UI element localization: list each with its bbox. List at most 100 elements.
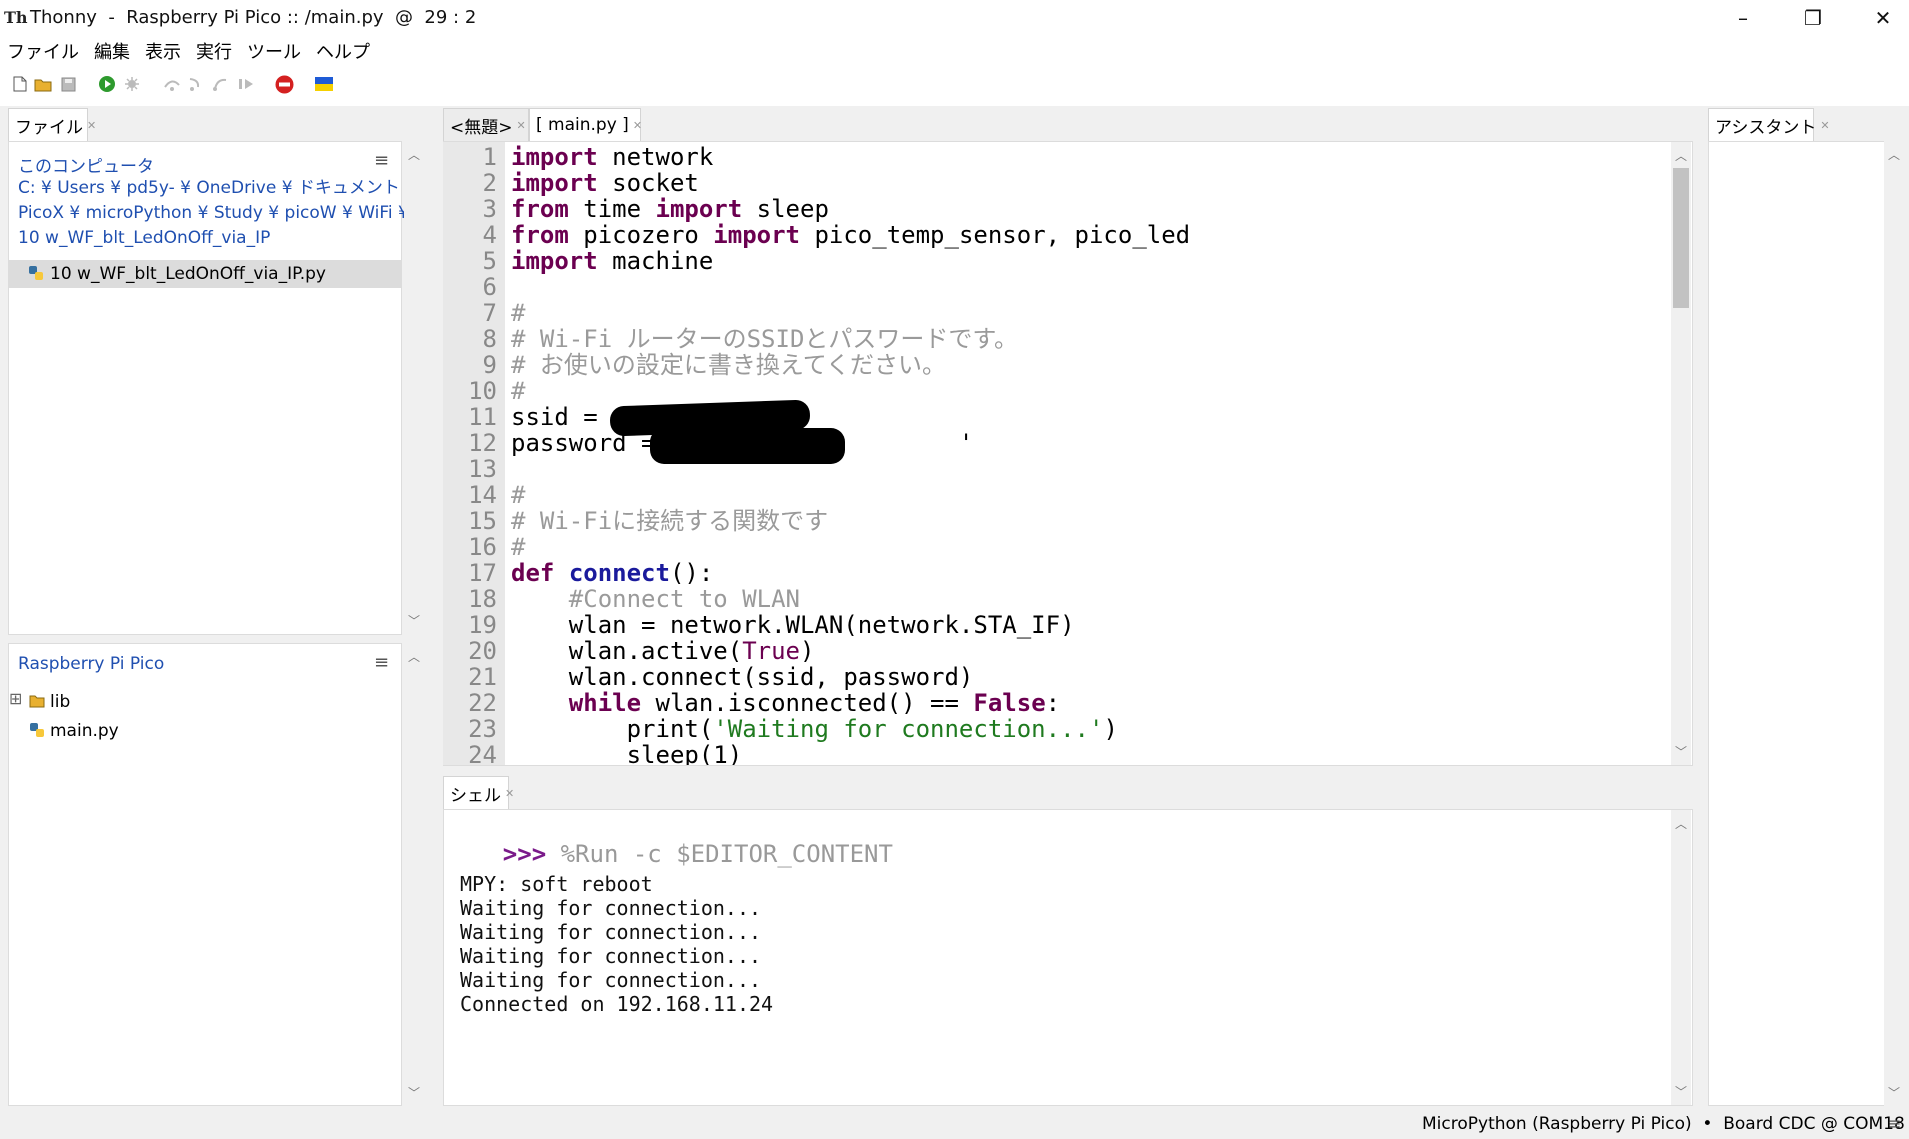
device-scrollbar[interactable]: ︿ ﹀ [404,643,424,1106]
menu-edit[interactable]: 編集 [87,38,138,64]
tab-files[interactable]: ファイル ✕ [8,108,96,141]
restore-button[interactable]: ❐ [1778,0,1848,36]
close-icon[interactable]: ✕ [633,119,642,132]
menu-tools[interactable]: ツール [240,38,309,64]
list-item[interactable]: 10 w_WF_blt_LedOnOff_via_IP.py [9,260,401,288]
line-number: 17 [468,559,497,587]
shell-line: MPY: soft reboot [460,872,653,896]
close-icon[interactable]: ✕ [87,119,96,132]
code-line[interactable]: sleep(1) [511,742,743,765]
menu-file[interactable]: ファイル [0,38,87,64]
scrollbar-thumb[interactable] [1673,168,1689,308]
line-number: 15 [468,507,497,535]
code-line[interactable]: # [511,300,525,326]
code-line[interactable]: def connect(): [511,560,713,586]
chevron-down-icon[interactable]: ﹀ [404,1083,424,1101]
stop-icon[interactable] [274,74,294,94]
step-out-icon[interactable] [210,74,230,94]
shell-output[interactable]: >>> %Run -c $EDITOR_CONTENT MPY: soft re… [445,812,1665,1102]
code-line[interactable]: # [511,482,525,508]
code-line[interactable]: while wlan.isconnected() == False: [511,690,1060,716]
chevron-up-icon[interactable]: ︿ [404,145,424,163]
title-bar: Th Thonny - Raspberry Pi Pico :: /main.p… [0,0,1909,36]
close-icon[interactable]: ✕ [505,787,514,800]
line-number: 7 [482,299,497,327]
python-file-icon [29,722,45,742]
chevron-up-icon[interactable]: ︿ [1671,146,1691,164]
code-line[interactable]: import network [511,144,713,170]
shell-line: Waiting for connection... [460,944,762,968]
close-icon[interactable]: ✕ [517,119,526,132]
chevron-down-icon[interactable]: ﹀ [1671,742,1691,760]
tab-shell[interactable]: シェル ✕ [443,776,514,809]
menu-view[interactable]: 表示 [138,38,189,64]
tab-untitled-label: <無題> [450,117,513,138]
chevron-down-icon[interactable]: ﹀ [1884,1083,1904,1101]
chevron-down-icon[interactable]: ﹀ [404,611,424,629]
code-line[interactable]: # お使いの設定に書き換えてください。 [511,352,946,378]
panel-menu-icon[interactable]: ≡ [374,652,389,673]
chevron-up-icon[interactable]: ︿ [1671,814,1691,832]
menu-run[interactable]: 実行 [189,38,240,64]
step-into-icon[interactable] [186,74,206,94]
line-number-gutter: 1 2 3 4 5 6 7 8 9 10 11 12 13 14 15 16 1… [443,142,505,769]
step-over-icon[interactable] [162,74,182,94]
code-line[interactable]: print('Waiting for connection...') [511,716,1118,742]
chevron-down-icon[interactable]: ﹀ [1671,1082,1691,1100]
chevron-up-icon[interactable]: ︿ [404,647,424,665]
run-icon[interactable] [97,74,117,94]
path-segment[interactable]: C: ¥ Users ¥ pd5y- ¥ OneDrive ¥ ドキュメント ¥ [18,176,416,201]
assistant-scrollbar[interactable]: ︿ ﹀ [1884,141,1904,1106]
list-item[interactable]: ⊞ lib [9,688,401,716]
line-number: 11 [468,403,497,431]
line-number: 2 [482,169,497,197]
line-number: 9 [482,351,497,379]
files-scrollbar[interactable]: ︿ ﹀ [404,141,424,635]
file-name: 10 w_WF_blt_LedOnOff_via_IP.py [50,264,326,284]
save-icon[interactable] [58,74,78,94]
code-line[interactable]: from time import sleep [511,196,829,222]
tab-main-py[interactable]: [ main.py ] ✕ [529,108,642,141]
grip-icon[interactable]: ≡ [1888,1114,1901,1133]
minimize-button[interactable]: – [1708,0,1778,36]
line-number: 18 [468,585,497,613]
code-line[interactable]: # Wi-Fi ルーターのSSIDとパスワードです。 [511,326,1018,352]
line-number: 10 [468,377,497,405]
code-line[interactable]: wlan = network.WLAN(network.STA_IF) [511,612,1075,638]
line-number: 22 [468,689,497,717]
shell-scrollbar[interactable]: ︿ ﹀ [1671,810,1691,1105]
code-line[interactable]: # Wi-Fiに接続する関数です [511,508,828,534]
path-segment[interactable]: PicoX ¥ microPython ¥ Study ¥ picoW ¥ Wi… [18,201,409,226]
line-number: 24 [468,741,497,769]
resume-icon[interactable] [236,74,256,94]
close-button[interactable]: ✕ [1848,0,1909,36]
line-number: 23 [468,715,497,743]
line-number: 13 [468,455,497,483]
new-file-icon[interactable] [10,74,30,94]
menu-help[interactable]: ヘルプ [309,38,378,64]
expand-icon[interactable]: ⊞ [9,689,22,708]
panel-menu-icon[interactable]: ≡ [374,150,389,171]
shell-line: Connected on 192.168.11.24 [460,992,774,1016]
path-segment[interactable]: 10 w_WF_blt_LedOnOff_via_IP [18,226,270,251]
code-line[interactable]: # [511,534,525,560]
code-line[interactable]: wlan.active(True) [511,638,815,664]
editor-scrollbar[interactable]: ︿ ﹀ [1671,142,1691,765]
code-line[interactable]: import socket [511,170,699,196]
line-number: 3 [482,195,497,223]
close-icon[interactable]: ✕ [1820,119,1829,132]
tab-files-label: ファイル [15,117,83,138]
ukraine-flag-icon[interactable] [314,74,334,94]
status-interpreter[interactable]: MicroPython (Raspberry Pi Pico) • Board … [1422,1114,1905,1134]
code-line[interactable]: import machine [511,248,713,274]
open-folder-icon[interactable] [33,74,53,94]
code-line[interactable]: # [511,378,525,404]
code-line[interactable]: wlan.connect(ssid, password) [511,664,974,690]
tab-untitled[interactable]: <無題> ✕ [443,108,529,141]
tab-assistant[interactable]: アシスタント ✕ [1708,108,1830,141]
debug-icon[interactable] [122,74,142,94]
chevron-up-icon[interactable]: ︿ [1884,145,1904,163]
list-item[interactable]: main.py [9,717,401,745]
code-line[interactable]: from picozero import pico_temp_sensor, p… [511,222,1190,248]
code-line[interactable]: #Connect to WLAN [511,586,800,612]
